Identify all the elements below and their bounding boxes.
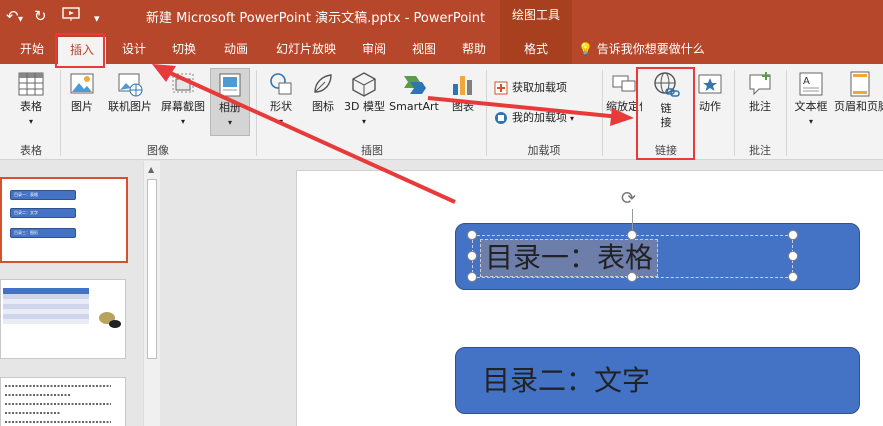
arrow-to-insert-tab bbox=[167, 70, 456, 204]
annotation-arrows bbox=[152, 64, 634, 204]
arrowhead-icon bbox=[610, 108, 634, 126]
arrow-to-link-button bbox=[427, 96, 621, 119]
